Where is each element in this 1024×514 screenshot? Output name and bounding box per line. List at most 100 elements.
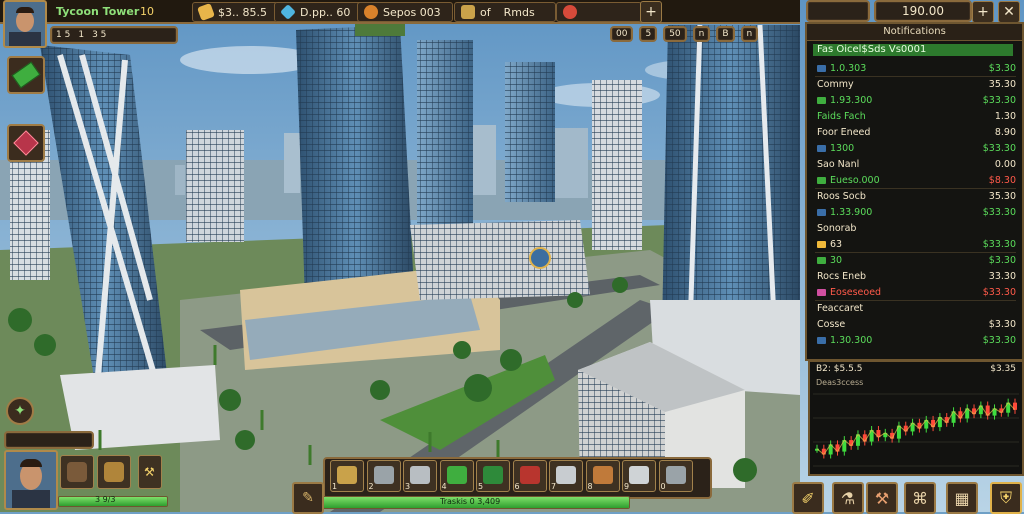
toolbar-slot-1[interactable]: 1 [330,460,364,492]
toolbar-slot-3[interactable]: 3 [403,460,437,492]
resource-coins[interactable]: Sepos 003 [357,2,453,22]
bottom-button-bottle[interactable]: ⚗ [832,482,864,514]
stat-label: 63 [830,238,843,250]
toolbar-slot-7[interactable]: 7 [549,460,583,492]
view-control-0[interactable]: 00 [610,26,634,42]
player-portrait-bottom[interactable] [4,450,58,510]
bottom-button-tools[interactable]: ⚒ [866,482,898,514]
portrait-hair [20,459,42,467]
resource-tasks[interactable]: of Rmds [454,2,556,22]
toolbar-slot-2[interactable]: 2 [366,460,401,492]
stat-row-left: Sonorab [817,223,856,234]
stat-separator [815,76,1016,77]
bottom-button-factory[interactable]: ▦ [946,482,978,514]
stat-value: 35.30 [988,190,1016,202]
stat-separator [815,300,1016,301]
gem-side-button[interactable] [7,124,45,162]
stat-row: Roos Socb 35.30 [817,190,1016,202]
stat-value: 35.30 [988,78,1016,90]
stat-row-left: 1.0.303 [817,63,866,74]
stats-panel: Notifications Fas Oicel$Sds Vs0001 1.0.3… [805,22,1024,361]
stat-swatch-icon [817,240,826,248]
coins-icon [364,5,378,19]
stat-label: 30 [830,254,843,266]
market-chart-panel[interactable]: B2: $5.5.5 Deas3ccess $3.35 [808,360,1024,476]
resource-tasks-value: Rmds [503,5,535,19]
view-control-1[interactable]: 5 [639,26,658,42]
avatar-hair [16,7,34,13]
view-control-2[interactable]: 50 [663,26,687,42]
stat-row: Eueso.000 $8.30 [817,174,1016,186]
toolbar-slot-9[interactable]: 9 [622,460,656,492]
resource-red[interactable]: 190.00 [556,2,642,22]
avatar-face [16,10,34,32]
add-resource-button[interactable]: + [640,1,662,23]
stat-row: 1.0.303 $3.30 [817,62,1016,74]
portrait-suit [12,490,50,508]
view-controls: 00 5 50 n B n [610,26,759,42]
stat-row-left: 1.93.300 [817,95,872,106]
stat-row: 63 $33.30 [817,238,1016,250]
toolbar-slot-8[interactable]: 8 [585,460,620,492]
stat-row: Eoseseoed $33.30 [817,286,1016,298]
skill-slot-3[interactable]: ⚒ [138,455,162,489]
stat-row: 1.33.900 $33.30 [817,206,1016,218]
resource-coins-value: Sepos 003 [383,5,441,19]
slot-number: 4 [441,482,447,491]
wrench-icon: ✎ [302,490,314,506]
stat-swatch-icon [817,64,826,72]
add-money-button[interactable]: + [972,1,994,23]
skill-slot-1[interactable] [60,455,94,489]
horse-icon [67,462,87,482]
resource-cash[interactable]: $3.. 85.5 [192,2,278,22]
stat-label: Eoseseoed [830,286,882,298]
factory-icon: ▦ [954,488,970,508]
bottom-button-pen[interactable]: ✐ [792,482,824,514]
view-control-4[interactable]: B [716,26,735,42]
cash-side-button[interactable] [7,56,45,94]
slot-number: 7 [551,482,557,491]
mini-status-b: 1 [78,30,85,40]
resource-diamonds[interactable]: D.pp.. 60 [274,2,364,22]
money-counter: 190.00 [874,0,972,22]
build-item-icon [519,466,540,484]
stat-swatch-icon [817,208,826,216]
tool-wrench-button[interactable]: ✎ [292,482,324,514]
toolbar-slot-4[interactable]: 4 [439,460,474,492]
stat-value: $3.30 [988,254,1016,266]
view-control-3[interactable]: n [692,26,711,42]
stat-label: Eueso.000 [830,174,880,186]
stat-label: Rocs Eneb [817,270,867,282]
build-item-icon [410,466,430,484]
toolbar-slot-5[interactable]: 5 [476,460,510,492]
slot-number: 2 [368,482,374,491]
stat-value: 0.00 [994,158,1016,170]
bottom-button-shield[interactable]: ⛨ [990,482,1022,514]
slot-number: 0 [660,482,666,491]
stat-value: $33.30 [982,142,1016,154]
stat-row: 1.93.300 $33.30 [817,94,1016,106]
stat-swatch-icon [817,336,826,344]
mini-status-c: 3 5 [92,30,107,40]
close-button[interactable]: ✕ [998,1,1020,23]
stat-swatch-icon [817,96,826,104]
stat-row-left: 1.30.300 [817,335,872,346]
stat-row: 1.30.300 $33.30 [817,334,1016,346]
build-progress-label: Traskis 0 3,409 [440,497,501,506]
bottom-button-map[interactable]: ⌘ [904,482,936,514]
mini-status-a: 1 5 [56,30,71,40]
view-control-5[interactable]: n [740,26,759,42]
toolbar-slot-6[interactable]: 6 [512,460,547,492]
player-avatar[interactable] [3,0,47,48]
badge-side-button[interactable]: ✦ [6,397,34,425]
money-display [806,0,870,22]
stat-swatch-icon [817,256,826,264]
skill-slot-2[interactable] [97,455,131,489]
toolbar-slot-10[interactable]: 0 [658,460,693,492]
build-item-icon [665,466,686,484]
diamond-icon [280,4,296,20]
player-xp-label: 3 9/3 [95,495,116,504]
stat-label: Sao Nanl [817,158,860,170]
market-chart-subtitle: Deas3ccess [816,378,864,387]
stat-label: 1.30.300 [830,334,873,346]
